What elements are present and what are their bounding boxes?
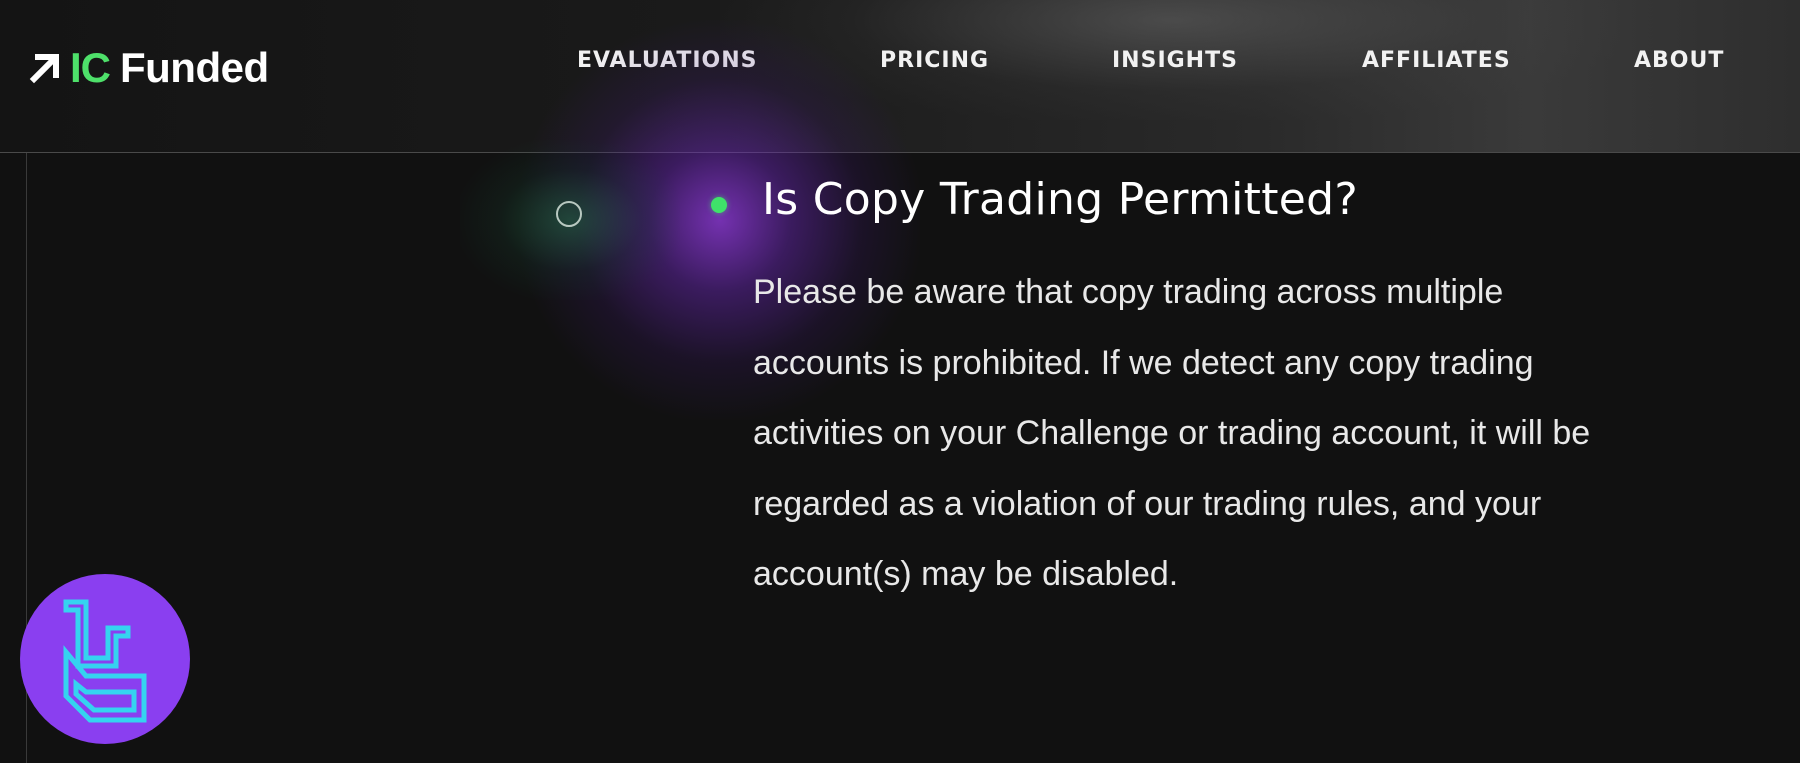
faq-answer-line: accounts is prohibited. If we detect any… [753,343,1534,382]
faq-answer-line: activities on your Challenge or trading … [753,414,1591,452]
nav-insights[interactable]: INSIGHTS [1112,48,1238,73]
page: IC Funded EVALUATIONS PRICING INSIGHTS A… [0,0,1800,763]
faq-answer-line: account(s) may be disabled. [753,555,1179,593]
faq-answer-line: regarded as a violation of our trading r… [753,484,1542,523]
nav-affiliates[interactable]: AFFILIATES [1362,48,1511,73]
nav-pricing[interactable]: PRICING [880,48,989,73]
nav-evaluations[interactable]: EVALUATIONS [577,48,757,73]
nav-about[interactable]: ABOUT [1634,48,1724,73]
faq-bullet-icon [711,197,727,213]
faq-question[interactable]: Is Copy Trading Permitted? [762,174,1762,225]
tradingfinder-logo-icon [63,599,147,723]
main-nav: EVALUATIONS PRICING INSIGHTS AFFILIATES … [0,48,1800,82]
faq-answer-line: Please be aware that copy trading across… [753,273,1504,311]
watermark-badge [20,574,190,744]
faq-answer: Please be aware that copy trading across… [753,257,1793,610]
cursor-ring-icon [556,201,582,227]
site-header: IC Funded EVALUATIONS PRICING INSIGHTS A… [0,0,1800,153]
